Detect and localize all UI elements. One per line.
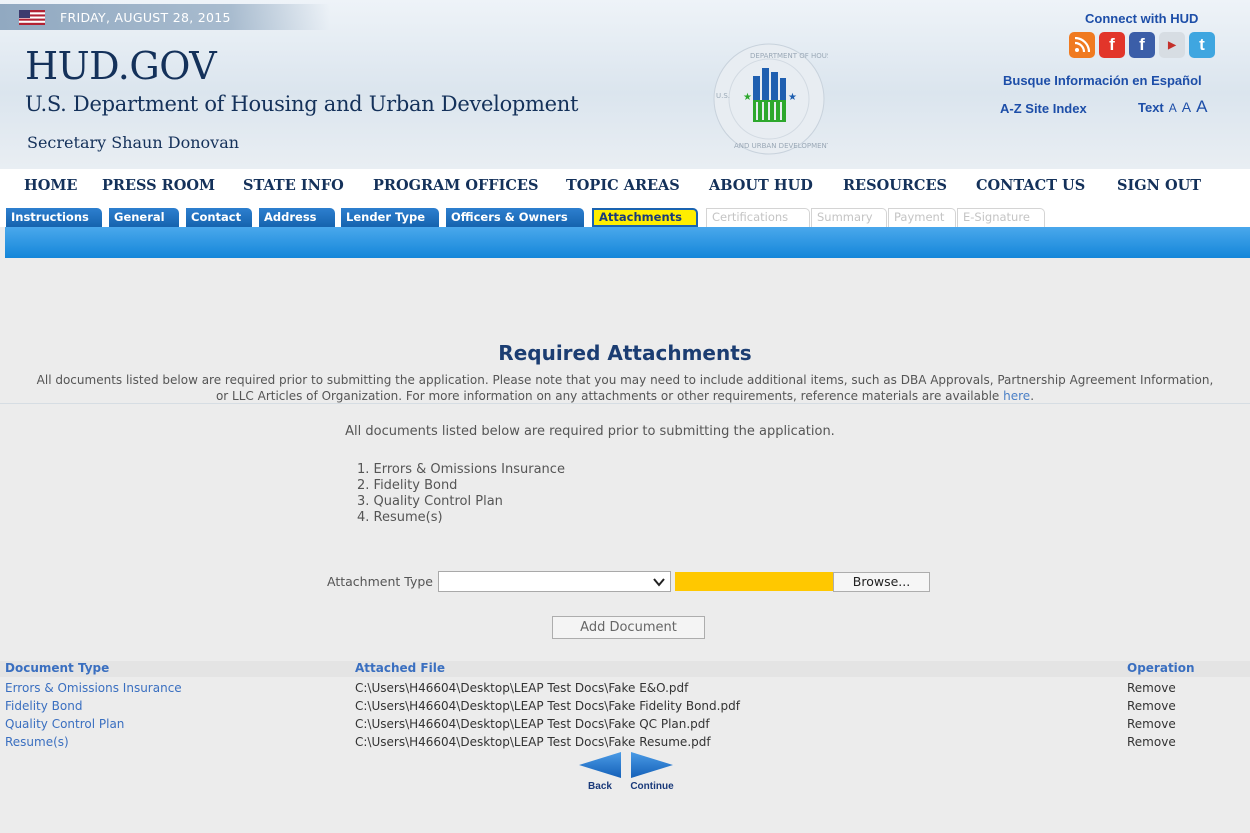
remove-button[interactable]: Remove [1127, 699, 1176, 713]
tab-payment: Payment [888, 208, 956, 227]
rss-icon[interactable] [1069, 32, 1095, 58]
arrow-right-icon [631, 752, 673, 778]
tab-officers-owners[interactable]: Officers & Owners [446, 208, 584, 227]
text-size-large[interactable]: A [1196, 97, 1207, 117]
wizard-navigation: Back Continue [577, 750, 675, 792]
list-item: 1. Errors & Omissions Insurance [357, 462, 565, 477]
facebook-icon[interactable]: f [1099, 32, 1125, 58]
list-item: 3. Quality Control Plan [357, 494, 503, 509]
chevron-down-icon [653, 578, 665, 587]
site-title[interactable]: HUD.GOV [25, 44, 217, 88]
nav-sign-out[interactable]: SIGN OUT [1117, 177, 1201, 194]
svg-text:★: ★ [743, 92, 752, 103]
row-document-type[interactable]: Quality Control Plan [5, 717, 124, 731]
attachments-table-header [0, 661, 1250, 677]
text-size-label: Text [1138, 100, 1164, 115]
nav-topic-areas[interactable]: TOPIC AREAS [566, 177, 680, 194]
tab-attachments[interactable]: Attachments [592, 208, 698, 227]
continue-button[interactable]: Continue [629, 750, 675, 792]
seal-text-left: U.S. [716, 92, 730, 100]
attachment-type-select[interactable] [438, 571, 671, 592]
remove-button[interactable]: Remove [1127, 681, 1176, 695]
column-header-operation: Operation [1127, 661, 1195, 675]
back-label: Back [588, 781, 612, 792]
tab-general[interactable]: General [109, 208, 179, 227]
text-size-control: Text A A A [1138, 97, 1207, 117]
nav-about-hud[interactable]: ABOUT HUD [709, 177, 813, 194]
department-name: U.S. Department of Housing and Urban Dev… [25, 92, 579, 116]
current-date: FRIDAY, AUGUST 28, 2015 [60, 10, 231, 25]
nav-state-info[interactable]: STATE INFO [243, 177, 344, 194]
reference-materials-link[interactable]: here [1003, 389, 1030, 403]
intro-line-1: All documents listed below are required … [36, 373, 1214, 387]
tab-lender-type[interactable]: Lender Type [341, 208, 439, 227]
intro-line-2-end: . [1030, 389, 1035, 403]
continue-label: Continue [630, 781, 674, 792]
seal-text-top: DEPARTMENT OF HOUSING [750, 52, 828, 60]
site-header: FRIDAY, AUGUST 28, 2015 HUD.GOV U.S. Dep… [0, 0, 1250, 169]
section-divider [0, 403, 1250, 404]
row-document-type[interactable]: Errors & Omissions Insurance [5, 681, 182, 695]
required-note: All documents listed below are required … [345, 424, 835, 439]
tab-e-signature: E-Signature [957, 208, 1045, 227]
required-documents-list: 1. Errors & Omissions Insurance 2. Fidel… [357, 462, 565, 526]
tab-contact[interactable]: Contact [186, 208, 252, 227]
nav-press-room[interactable]: PRESS ROOM [102, 177, 215, 194]
column-header-attached-file: Attached File [355, 661, 445, 675]
seal-text-bottom: AND URBAN DEVELOPMENT [734, 142, 828, 150]
social-links: f f ▶ t [1069, 32, 1215, 58]
espanol-link[interactable]: Busque Información en Español [1003, 73, 1202, 88]
youtube-icon[interactable]: ▶ [1159, 32, 1185, 58]
az-site-index-link[interactable]: A-Z Site Index [1000, 101, 1087, 116]
arrow-left-icon [579, 752, 621, 778]
nav-contact-us[interactable]: CONTACT US [976, 177, 1085, 194]
nav-resources[interactable]: RESOURCES [843, 177, 947, 194]
hud-seal-logo: ★ ★ DEPARTMENT OF HOUSING AND URBAN DEVE… [713, 43, 828, 155]
list-item: 4. Resume(s) [357, 510, 443, 525]
connect-with-hud: Connect with HUD [1085, 11, 1199, 26]
tab-content-band [5, 227, 1250, 258]
remove-button[interactable]: Remove [1127, 717, 1176, 731]
text-size-small[interactable]: A [1169, 101, 1177, 115]
row-attached-file: C:\Users\H46604\Desktop\LEAP Test Docs\F… [355, 735, 711, 749]
svg-text:★: ★ [788, 92, 797, 103]
us-flag-icon [19, 10, 45, 25]
row-document-type[interactable]: Resume(s) [5, 735, 69, 749]
tab-address[interactable]: Address [259, 208, 335, 227]
tab-summary: Summary [811, 208, 887, 227]
intro-line-2: or LLC Articles of Organization. For mor… [0, 388, 1250, 404]
selected-file-field[interactable] [675, 572, 833, 591]
row-attached-file: C:\Users\H46604\Desktop\LEAP Test Docs\F… [355, 699, 740, 713]
nav-program-offices[interactable]: PROGRAM OFFICES [373, 177, 538, 194]
list-item: 2. Fidelity Bond [357, 478, 458, 493]
browse-button[interactable]: Browse... [833, 572, 930, 592]
text-size-medium[interactable]: A [1182, 99, 1191, 115]
column-header-document-type: Document Type [5, 661, 110, 675]
back-button[interactable]: Back [577, 750, 623, 792]
twitter-icon[interactable]: t [1189, 32, 1215, 58]
nav-home[interactable]: HOME [24, 177, 77, 194]
add-document-button[interactable]: Add Document [552, 616, 705, 639]
remove-button[interactable]: Remove [1127, 735, 1176, 749]
page-title: Required Attachments [498, 341, 752, 365]
tab-instructions[interactable]: Instructions [6, 208, 102, 227]
secretary-name: Secretary Shaun Donovan [27, 133, 240, 152]
row-attached-file: C:\Users\H46604\Desktop\LEAP Test Docs\F… [355, 717, 710, 731]
row-attached-file: C:\Users\H46604\Desktop\LEAP Test Docs\F… [355, 681, 689, 695]
attachment-type-label: Attachment Type [327, 574, 433, 589]
tab-certifications: Certifications [706, 208, 810, 227]
intro-line-2-text: or LLC Articles of Organization. For mor… [215, 389, 1000, 403]
intro-text: All documents listed below are required … [0, 372, 1250, 404]
facebook-icon[interactable]: f [1129, 32, 1155, 58]
row-document-type[interactable]: Fidelity Bond [5, 699, 82, 713]
